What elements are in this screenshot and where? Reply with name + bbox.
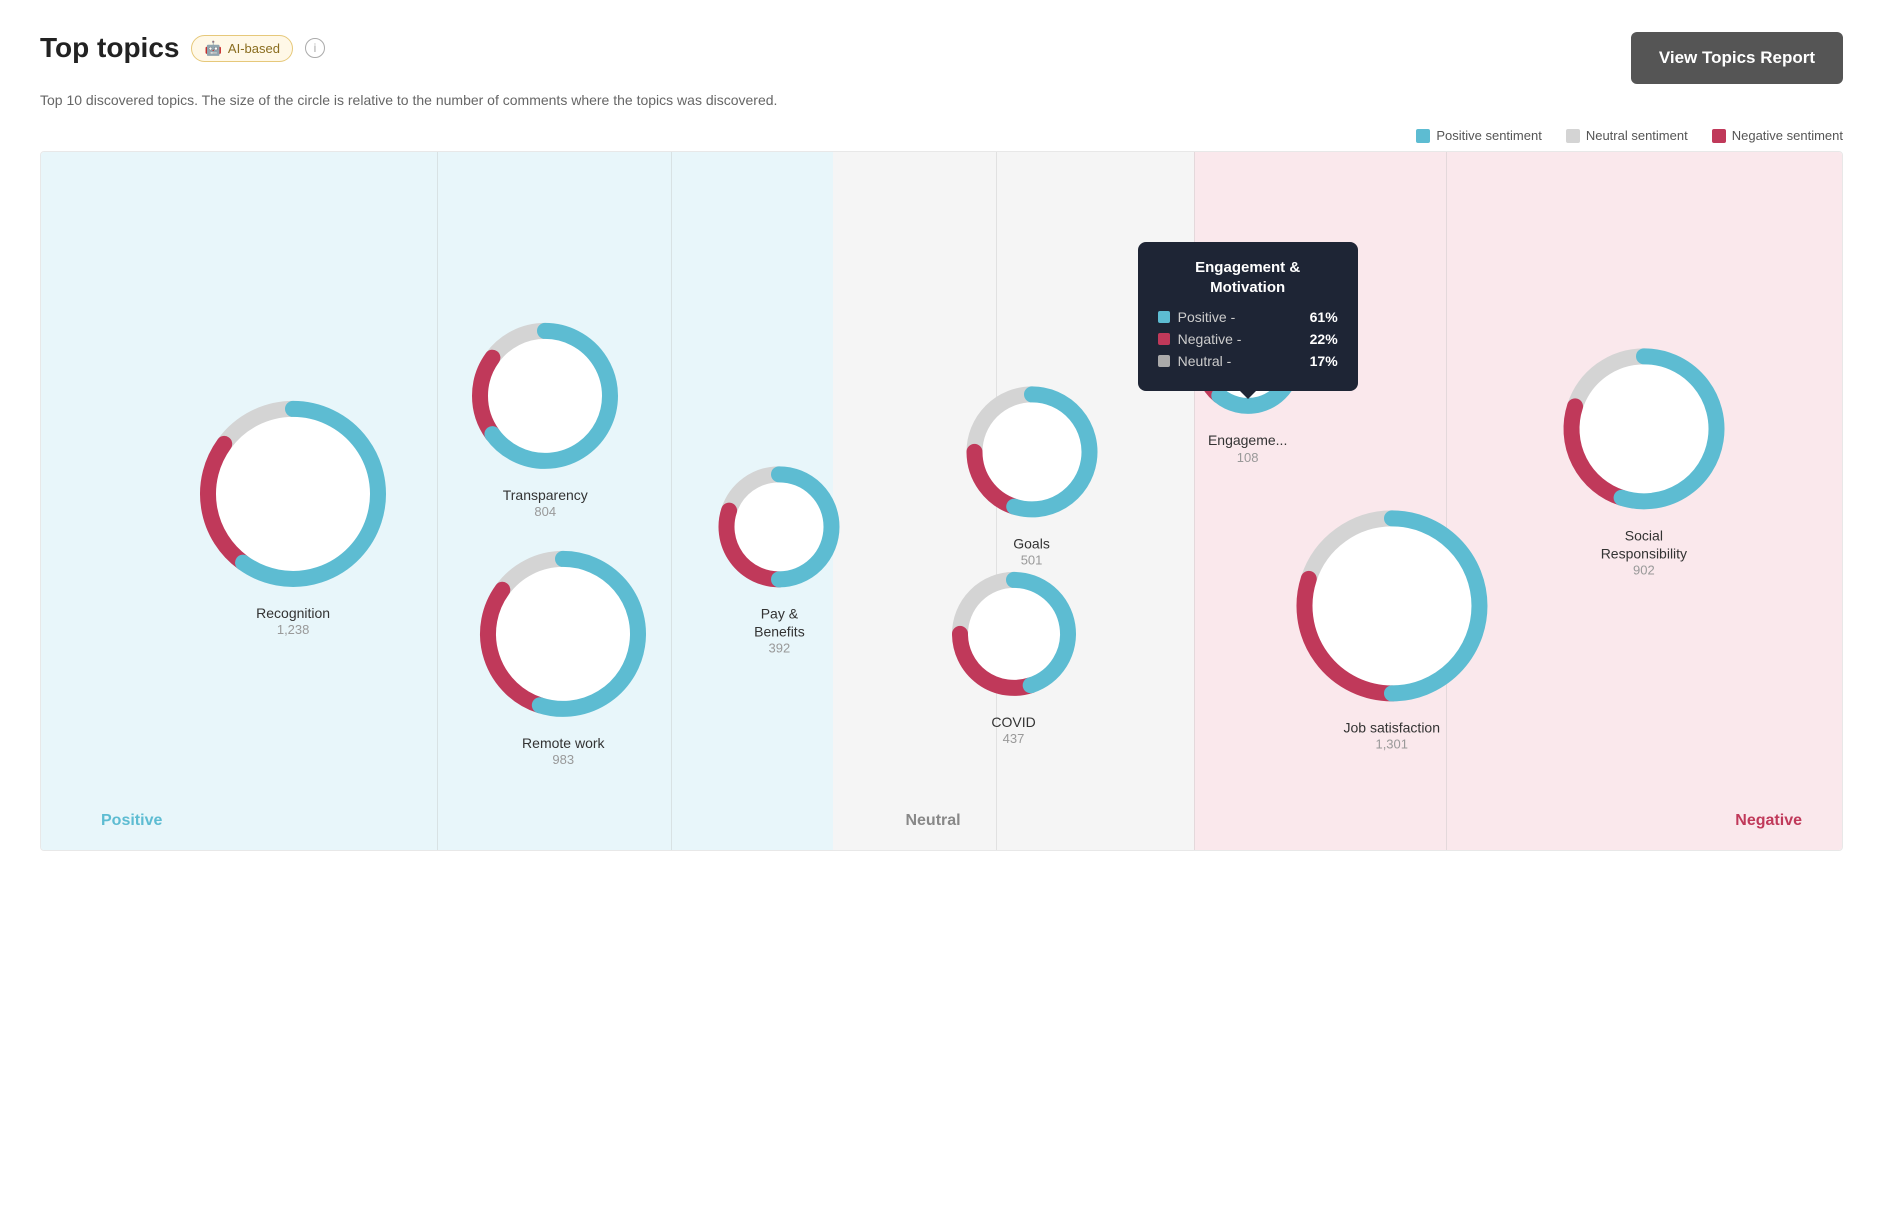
grid-line-2 — [671, 152, 672, 850]
zone-label-neutral: Neutral — [905, 812, 960, 830]
title-area: Top topics 🤖 AI-based i — [40, 32, 325, 64]
topic-circle-social-responsibility[interactable]: SocialResponsibility902 — [1555, 340, 1732, 577]
topic-count: 1,238 — [192, 622, 394, 637]
topic-count: 1,301 — [1288, 736, 1495, 751]
topic-count: 437 — [944, 731, 1084, 746]
topic-circle-remote-work[interactable]: Remote work983 — [472, 542, 654, 766]
header: Top topics 🤖 AI-based i View Topics Repo… — [40, 32, 1843, 84]
view-topics-report-button[interactable]: View Topics Report — [1631, 32, 1843, 84]
zone-label-positive: Positive — [101, 812, 162, 830]
topic-label: Remote work — [472, 733, 654, 751]
legend: Positive sentiment Neutral sentiment Neg… — [40, 128, 1843, 143]
tooltip-row-negative: Negative - 22% — [1158, 331, 1338, 347]
negative-dot — [1712, 129, 1726, 143]
tooltip-row-neutral: Neutral - 17% — [1158, 353, 1338, 369]
topic-circle-recognition[interactable]: Recognition1,238 — [192, 393, 394, 637]
top-topics-container: Top topics 🤖 AI-based i View Topics Repo… — [0, 0, 1883, 883]
topic-label: Pay &Benefits — [711, 604, 848, 640]
topic-count: 108 — [1187, 449, 1309, 464]
ai-badge: 🤖 AI-based — [191, 35, 292, 62]
neutral-dot — [1566, 129, 1580, 143]
tooltip-positive-dot — [1158, 311, 1170, 323]
zone-label-negative: Negative — [1735, 812, 1802, 830]
topic-circle-pay-&-benefits[interactable]: Pay &Benefits392 — [711, 458, 848, 655]
topic-label: Goals — [958, 534, 1105, 552]
grid-line-1 — [437, 152, 438, 850]
engagement-tooltip: Engagement &Motivation Positive - 61% Ne… — [1138, 242, 1358, 391]
legend-positive: Positive sentiment — [1416, 128, 1542, 143]
topic-label: Transparency — [464, 486, 626, 504]
topic-circle-transparency[interactable]: Transparency804 — [464, 315, 626, 519]
topic-count: 902 — [1555, 563, 1732, 578]
topic-label: Engageme... — [1187, 431, 1309, 449]
legend-neutral-label: Neutral sentiment — [1586, 128, 1688, 143]
topic-label: Recognition — [192, 604, 394, 622]
tooltip-positive-label: Positive - — [1178, 309, 1236, 325]
topic-label: COVID — [944, 712, 1084, 730]
legend-negative-label: Negative sentiment — [1732, 128, 1843, 143]
tooltip-negative-dot — [1158, 333, 1170, 345]
legend-neutral: Neutral sentiment — [1566, 128, 1688, 143]
topic-count: 983 — [472, 752, 654, 767]
tooltip-negative-label: Negative - — [1178, 331, 1242, 347]
topic-count: 804 — [464, 504, 626, 519]
tooltip-negative-val: 22% — [1310, 331, 1338, 347]
ai-icon: 🤖 — [204, 40, 221, 57]
subtitle: Top 10 discovered topics. The size of th… — [40, 92, 1843, 108]
info-icon[interactable]: i — [305, 38, 325, 58]
tooltip-neutral-dot — [1158, 355, 1170, 367]
legend-negative: Negative sentiment — [1712, 128, 1843, 143]
tooltip-positive-val: 61% — [1310, 309, 1338, 325]
tooltip-neutral-val: 17% — [1310, 353, 1338, 369]
tooltip-title: Engagement &Motivation — [1158, 258, 1338, 297]
topic-circle-goals[interactable]: Goals501 — [958, 378, 1105, 567]
tooltip-neutral-label: Neutral - — [1178, 353, 1232, 369]
chart-area: Positive Neutral Negative Recognition1,2… — [40, 151, 1843, 851]
topic-label: SocialResponsibility — [1555, 526, 1732, 562]
topic-circle-covid[interactable]: COVID437 — [944, 563, 1084, 745]
topic-label: Job satisfaction — [1288, 718, 1495, 736]
tooltip-row-positive: Positive - 61% — [1158, 309, 1338, 325]
topic-count: 392 — [711, 641, 848, 656]
legend-positive-label: Positive sentiment — [1436, 128, 1542, 143]
page-title: Top topics — [40, 32, 179, 64]
topic-circle-job-satisfaction[interactable]: Job satisfaction1,301 — [1288, 502, 1495, 751]
positive-dot — [1416, 129, 1430, 143]
